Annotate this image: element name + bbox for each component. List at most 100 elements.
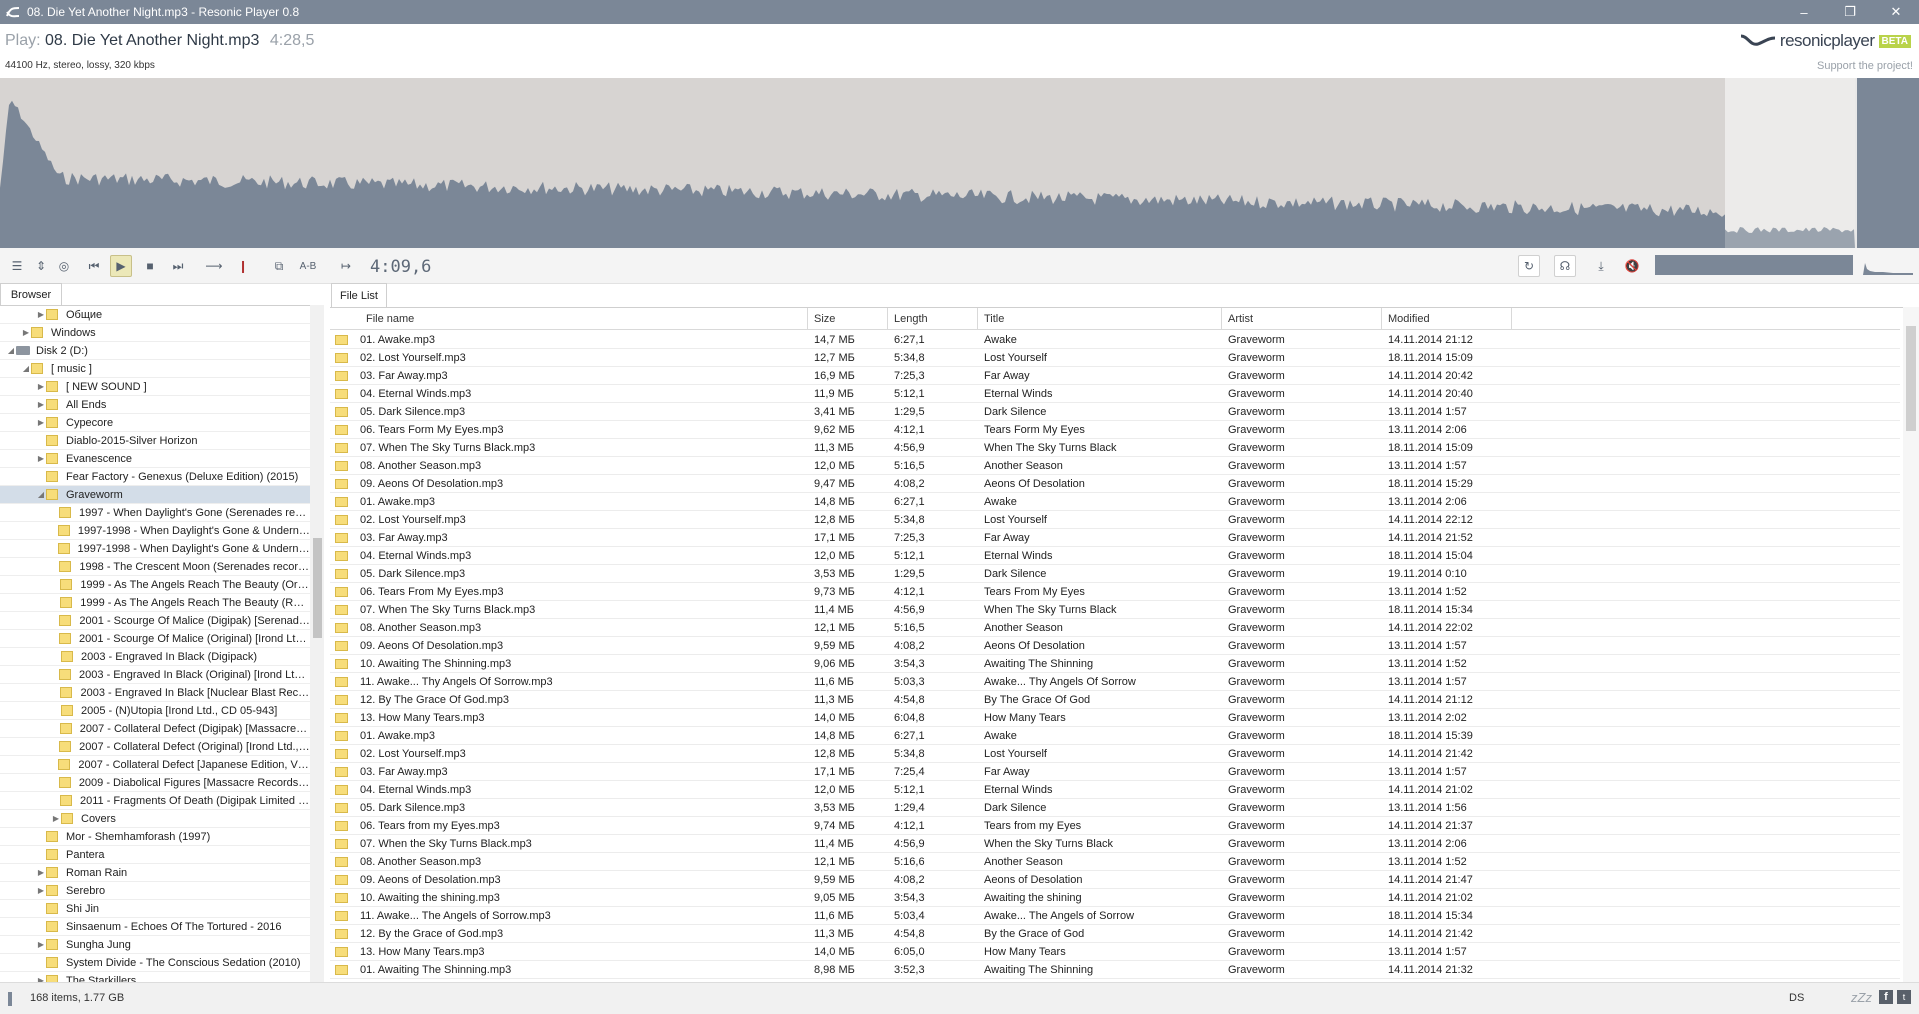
table-row[interactable]: 13. How Many Tears.mp3 14,0 МБ 6:04,8 How M… — [330, 709, 1900, 727]
col-length[interactable]: Length — [888, 308, 978, 330]
tree-item[interactable]: 1998 - The Crescent Moon (Serenades reco… — [0, 558, 310, 576]
tree-item[interactable]: ▶ Roman Rain — [0, 864, 310, 882]
tree-item[interactable]: ◢ [ music ] — [0, 360, 310, 378]
tree-item[interactable]: Mor - Shemhamforash (1997) — [0, 828, 310, 846]
tree-item[interactable]: ▶ Cypecore — [0, 414, 310, 432]
table-row[interactable]: 08. Another Season.mp3 12,1 МБ 5:16,5 Anoth… — [330, 619, 1900, 637]
sidebar-toggle-icon[interactable] — [8, 992, 12, 1006]
tree-item[interactable]: 1997-1998 - When Daylight's Gone & Under… — [0, 522, 310, 540]
tree-item[interactable]: 2003 - Engraved In Black (Original) [Iro… — [0, 666, 310, 684]
close-icon[interactable]: ✕ — [1873, 0, 1919, 24]
refresh-icon[interactable]: ↻ — [1518, 255, 1540, 277]
tree-item[interactable]: ▶ Serebro — [0, 882, 310, 900]
next-icon[interactable]: ⏭ — [167, 255, 189, 277]
table-row[interactable]: 02. Lost Yourself.mp3 12,8 МБ 5:34,8 Lost Y… — [330, 745, 1900, 763]
table-row[interactable]: 05. Dark Silence.mp3 3,53 МБ 1:29,5 Dark Si… — [330, 565, 1900, 583]
marker-icon[interactable]: ❙ — [232, 255, 254, 277]
table-row[interactable]: 07. When the Sky Turns Black.mp3 11,4 МБ 4… — [330, 835, 1900, 853]
tree-item[interactable]: ▶ Sungha Jung — [0, 936, 310, 954]
tree-item[interactable]: Fear Factory - Genexus (Deluxe Edition) … — [0, 468, 310, 486]
stop-icon[interactable]: ■ — [139, 255, 161, 277]
table-row[interactable]: 12. By the Grace of God.mp3 11,3 МБ 4:54,8… — [330, 925, 1900, 943]
collapsed-arrow-icon[interactable]: ▶ — [36, 418, 46, 427]
table-row[interactable]: 01. Awake.mp3 14,8 МБ 6:27,1 Awake Graveworm… — [330, 727, 1900, 745]
ds-label[interactable]: DS — [1789, 992, 1804, 1004]
twitter-icon[interactable]: t — [1897, 990, 1911, 1004]
tree-item[interactable]: ▶ Общие — [0, 306, 310, 324]
tree-item[interactable]: ▶ All Ends — [0, 396, 310, 414]
tree-item[interactable]: 2011 - Fragments Of Death (Digipak Limit… — [0, 792, 310, 810]
mute-icon[interactable]: 🔇 — [1621, 255, 1643, 277]
col-file-name[interactable]: File name — [330, 308, 808, 330]
tree-item[interactable]: Sinsaenum - Echoes Of The Tortured - 201… — [0, 918, 310, 936]
table-row[interactable]: 09. Aeons of Desolation.mp3 9,59 МБ 4:08,2… — [330, 871, 1900, 889]
collapsed-arrow-icon[interactable]: ▶ — [36, 400, 46, 409]
play-icon[interactable]: ▶ — [110, 255, 132, 277]
headphones-icon[interactable]: ☊ — [1554, 255, 1576, 277]
target-icon[interactable]: ◎ — [53, 255, 75, 277]
collapsed-arrow-icon[interactable]: ▶ — [36, 310, 46, 319]
tree-item[interactable]: ▶ [ NEW SOUND ] — [0, 378, 310, 396]
collapsed-arrow-icon[interactable]: ▶ — [51, 814, 61, 823]
col-artist[interactable]: Artist — [1222, 308, 1382, 330]
table-row[interactable]: 06. Tears from my Eyes.mp3 9,74 МБ 4:12,1 T… — [330, 817, 1900, 835]
tree-item[interactable]: 2003 - Engraved In Black [Nuclear Blast … — [0, 684, 310, 702]
tree-item[interactable]: ▶ The Starkillers — [0, 972, 310, 982]
tree-item[interactable]: ◢ Graveworm — [0, 486, 310, 504]
tree-item[interactable]: ▶ Covers — [0, 810, 310, 828]
table-row[interactable]: 09. Aeons Of Desolation.mp3 9,47 МБ 4:08,2… — [330, 475, 1900, 493]
tree-item[interactable]: Shi Jin — [0, 900, 310, 918]
filelist-scroll-thumb[interactable] — [1906, 326, 1916, 431]
waveform-seekbar[interactable] — [0, 78, 1919, 248]
table-row[interactable]: 04. Eternal Winds.mp3 12,0 МБ 5:12,1 Eterna… — [330, 547, 1900, 565]
tree-item[interactable]: 1997-1998 - When Daylight's Gone & Under… — [0, 540, 310, 558]
table-row[interactable]: 03. Far Away.mp3 17,1 МБ 7:25,4 Far Away Gra… — [330, 763, 1900, 781]
tree-item[interactable]: 1999 - As The Angels Reach The Beauty (R… — [0, 594, 310, 612]
table-row[interactable]: 08. Another Season.mp3 12,0 МБ 5:16,5 Anoth… — [330, 457, 1900, 475]
table-row[interactable]: 09. Aeons Of Desolation.mp3 9,59 МБ 4:08,2… — [330, 637, 1900, 655]
tab-browser[interactable]: Browser — [0, 283, 62, 305]
collapsed-arrow-icon[interactable]: ▶ — [36, 382, 46, 391]
table-row[interactable]: 04. Eternal Winds.mp3 11,9 МБ 5:12,1 Eterna… — [330, 385, 1900, 403]
tree-item[interactable]: 2001 - Scourge Of Malice (Original) [Iro… — [0, 630, 310, 648]
table-row[interactable]: 07. When The Sky Turns Black.mp3 11,3 МБ 4… — [330, 439, 1900, 457]
table-row[interactable]: 11. Awake... The Angels of Sorrow.mp3 11,… — [330, 907, 1900, 925]
table-row[interactable]: 08. Another Season.mp3 12,1 МБ 5:16,6 Anoth… — [330, 853, 1900, 871]
table-row[interactable]: 03. Far Away.mp3 16,9 МБ 7:25,3 Far Away Gra… — [330, 367, 1900, 385]
collapsed-arrow-icon[interactable]: ▶ — [36, 940, 46, 949]
table-row[interactable]: 07. When The Sky Turns Black.mp3 11,4 МБ 4… — [330, 601, 1900, 619]
expanded-arrow-icon[interactable]: ◢ — [36, 490, 46, 499]
collapsed-arrow-icon[interactable]: ▶ — [36, 886, 46, 895]
tree-item[interactable]: 2005 - (N)Utopia [Irond Ltd., CD 05-943] — [0, 702, 310, 720]
resonic-logo[interactable]: resonicplayer BETA — [1740, 31, 1911, 51]
tab-file-list[interactable]: File List — [331, 283, 387, 307]
tree-item[interactable]: Pantera — [0, 846, 310, 864]
tree-item[interactable]: ▶ Windows — [0, 324, 310, 342]
table-row[interactable]: 06. Tears From My Eyes.mp3 9,73 МБ 4:12,1 T… — [330, 583, 1900, 601]
tree-item[interactable]: ▶ Evanescence — [0, 450, 310, 468]
table-row[interactable]: 02. Lost Yourself.mp3 12,8 МБ 5:34,8 Lost Y… — [330, 511, 1900, 529]
ab-icon[interactable]: A-B — [297, 255, 319, 277]
col-modified[interactable]: Modified — [1382, 308, 1512, 330]
loop-icon[interactable]: ⧉ — [268, 255, 290, 277]
table-row[interactable]: 05. Dark Silence.mp3 3,41 МБ 1:29,5 Dark Si… — [330, 403, 1900, 421]
snap-icon[interactable]: ↦ — [335, 255, 357, 277]
arrow-right-icon[interactable]: ⟶ — [203, 255, 225, 277]
tree-item[interactable]: 2007 - Collateral Defect [Japanese Editi… — [0, 756, 310, 774]
col-size[interactable]: Size — [808, 308, 888, 330]
collapsed-arrow-icon[interactable]: ▶ — [36, 868, 46, 877]
order-icon[interactable]: ⇕ — [30, 255, 52, 277]
tree-item[interactable]: 2003 - Engraved In Black (Digipack) — [0, 648, 310, 666]
col-title[interactable]: Title — [978, 308, 1222, 330]
expanded-arrow-icon[interactable]: ◢ — [6, 346, 16, 355]
download-icon[interactable]: ⤓ — [1590, 255, 1612, 277]
tree-item[interactable]: Diablo-2015-Silver Horizon — [0, 432, 310, 450]
table-row[interactable]: 01. Awake.mp3 14,8 МБ 6:27,1 Awake Graveworm… — [330, 493, 1900, 511]
minimize-icon[interactable]: – — [1781, 0, 1827, 24]
tree-item[interactable]: 2007 - Collateral Defect (Digipak) [Mass… — [0, 720, 310, 738]
sleep-icon[interactable]: zZz — [1851, 990, 1872, 1005]
tree-item[interactable]: 1997 - When Daylight's Gone (Serenades r… — [0, 504, 310, 522]
tree-item[interactable]: System Divide - The Conscious Sedation (… — [0, 954, 310, 972]
table-row[interactable]: 11. Awake... Thy Angels Of Sorrow.mp3 11,… — [330, 673, 1900, 691]
table-row[interactable]: 01. Awake.mp3 14,7 МБ 6:27,1 Awake Graveworm… — [330, 331, 1900, 349]
